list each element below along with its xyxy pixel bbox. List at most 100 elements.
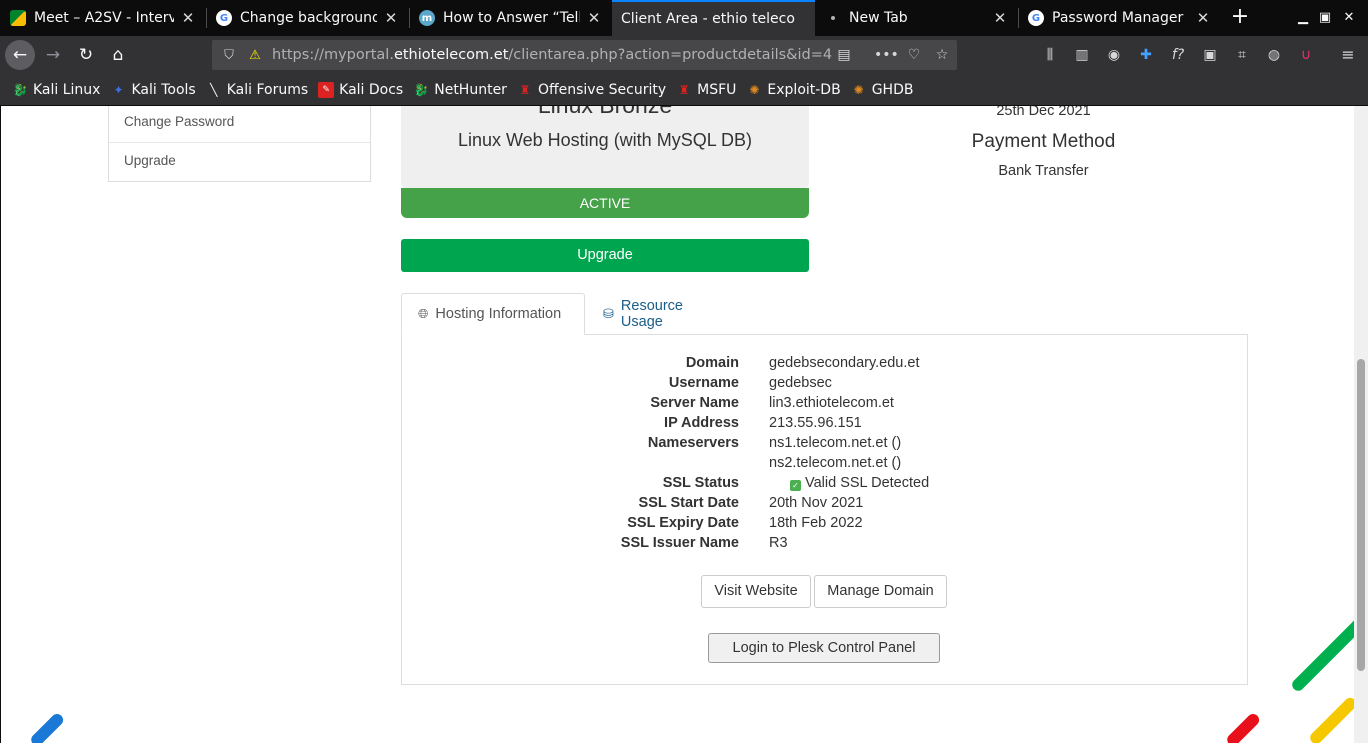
bookmark-offensive-security[interactable]: ♜ Offensive Security — [517, 81, 667, 98]
manage-domain-button[interactable]: Manage Domain — [814, 575, 947, 608]
info-row-ssl-status: SSL Status ✓ Valid SSL Detected — [402, 475, 1247, 495]
info-row-nameservers: Nameservers ns1.telecom.net.et () — [402, 435, 1247, 455]
nethunter-icon: 🐉 — [413, 82, 429, 97]
home-icon[interactable]: ⌂ — [103, 40, 133, 70]
bookmark-kali-tools[interactable]: ✦ Kali Tools — [110, 82, 195, 98]
info-row-server-name: Server Name lin3.ethiotelecom.et — [402, 395, 1247, 415]
info-value: 18th Feb 2022 — [769, 515, 863, 531]
tab-title: Change background a — [240, 10, 377, 26]
info-value: 213.55.96.151 — [769, 415, 862, 431]
ssl-status-value: ✓ Valid SSL Detected — [790, 475, 929, 491]
url-text[interactable]: https://myportal.ethiotelecom.et/clienta… — [272, 47, 832, 63]
close-window-icon[interactable]: ✕ — [1339, 8, 1359, 28]
new-tab-button[interactable]: + — [1226, 4, 1254, 32]
minimize-icon[interactable]: ▁ — [1293, 8, 1313, 28]
bookmark-label: NetHunter — [434, 81, 507, 98]
info-value: 20th Nov 2021 — [769, 495, 864, 511]
close-tab-icon[interactable]: ✕ — [383, 9, 399, 27]
tab-title: How to Answer “Tell M — [443, 10, 580, 26]
reload-icon[interactable]: ↻ — [71, 40, 101, 70]
bookmark-kali-linux[interactable]: 🐉 Kali Linux — [12, 82, 101, 98]
msfu-icon: ♜ — [678, 82, 690, 97]
kali-tools-icon: ✦ — [113, 82, 124, 97]
reader-view-icon[interactable]: ▤ — [834, 45, 854, 65]
next-due-date: 25th Dec 2021 — [996, 106, 1091, 119]
info-row-ssl-issuer-name: SSL Issuer Name R3 — [402, 535, 1247, 555]
info-row-domain: Domain gedebsecondary.edu.et — [402, 355, 1247, 375]
shield-icon[interactable]: ⛉ — [220, 48, 238, 63]
info-label: Username — [668, 375, 739, 391]
pocket-icon[interactable]: ♡ — [904, 45, 924, 65]
bookmark-ghdb[interactable]: ✺ GHDB — [851, 82, 914, 98]
browser-tab[interactable]: m How to Answer “Tell M ✕ — [409, 0, 612, 36]
more-actions-icon[interactable]: ••• — [874, 45, 899, 65]
info-row-username: Username gedebsec — [402, 375, 1247, 395]
account-icon[interactable]: ◉ — [1104, 45, 1124, 65]
close-tab-icon[interactable]: ✕ — [586, 9, 602, 27]
plesk-login-button[interactable]: Login to Plesk Control Panel — [708, 633, 940, 663]
info-value: gedebsecondary.edu.et — [769, 355, 920, 371]
tab-hosting-information[interactable]: 🌐︎ Hosting Information — [401, 293, 585, 335]
url-host: ethiotelecom.et — [393, 47, 509, 63]
bookmark-label: Kali Docs — [339, 81, 404, 98]
translate-icon[interactable]: ▣ — [1200, 45, 1220, 65]
browser-tab-active[interactable]: Client Area - ethio teleco — [612, 0, 815, 36]
bookmark-exploit-db[interactable]: ✺ Exploit-DB — [746, 82, 840, 98]
browser-tab[interactable]: G Password Manager ✕ — [1018, 0, 1221, 36]
info-value: gedebsec — [769, 375, 832, 391]
product-group: Linux Web Hosting (with MySQL DB) — [457, 130, 753, 150]
bookmark-label: Offensive Security — [537, 81, 667, 98]
hamburger-menu-icon[interactable]: ≡ — [1338, 45, 1358, 65]
exploitdb-icon: ✺ — [749, 82, 760, 97]
sidebar-icon[interactable]: ▥ — [1072, 45, 1092, 65]
payment-method-heading: Payment Method — [971, 131, 1116, 152]
ssl-status-text: Valid SSL Detected — [805, 475, 930, 491]
tab-label: Resource Usage — [620, 298, 683, 330]
google-icon: G — [1028, 10, 1044, 26]
tab-resource-usage[interactable]: ⛁ Resource Usage — [587, 293, 699, 335]
sidebar-actions-panel: Change Password Upgrade — [108, 106, 371, 182]
close-tab-icon[interactable]: ✕ — [1195, 9, 1211, 27]
extension-blue-icon[interactable]: ✚ — [1136, 45, 1156, 65]
browser-tab[interactable]: Meet – A2SV - Intervi ✕ — [0, 0, 206, 36]
bookmark-kali-forums[interactable]: ╲ Kali Forums — [206, 82, 308, 98]
lock-icon: ✓ — [790, 480, 801, 491]
page-scrollbar[interactable] — [1354, 106, 1368, 743]
page-viewport: Change Password Upgrade Linux Bronze Lin… — [0, 106, 1354, 743]
tab-label: Hosting Information — [435, 306, 562, 322]
extension-magnet-icon[interactable]: ∪ — [1296, 45, 1316, 65]
visit-website-button[interactable]: Visit Website — [701, 575, 811, 608]
bookmark-kali-docs[interactable]: ✎ Kali Docs — [318, 81, 404, 98]
bookmarks-toolbar: 🐉 Kali Linux ✦ Kali Tools ╲ Kali Forums ✎ Ka… — [0, 74, 1368, 106]
address-bar[interactable]: ⛉ ⚠ https://myportal.ethiotelecom.et/cli… — [212, 40, 957, 70]
forward-arrow-icon[interactable]: → — [38, 40, 68, 70]
info-value: lin3.ethiotelecom.et — [769, 395, 894, 411]
tab-title: Meet – A2SV - Intervi — [34, 10, 174, 26]
scrollbar-thumb[interactable] — [1357, 359, 1365, 671]
info-label: IP Address — [664, 415, 739, 431]
payment-method-value: Bank Transfer — [998, 163, 1089, 179]
info-label: Nameservers — [647, 435, 739, 451]
crop-icon[interactable]: ⌗ — [1232, 45, 1252, 65]
back-arrow-icon[interactable]: ← — [5, 40, 35, 70]
globe-icon: 🌐︎ — [418, 306, 429, 321]
close-tab-icon[interactable]: ✕ — [992, 9, 1008, 27]
bookmark-nethunter[interactable]: 🐉 NetHunter — [413, 82, 507, 98]
browser-tab[interactable]: G Change background a ✕ — [206, 0, 409, 36]
bookmark-star-icon[interactable]: ☆ — [932, 45, 952, 65]
warning-lock-icon[interactable]: ⚠ — [246, 48, 264, 63]
formula-icon[interactable]: f? — [1168, 45, 1188, 65]
sidebar-item-change-password[interactable]: Change Password — [124, 114, 234, 129]
info-label: SSL Status — [662, 475, 739, 491]
maximize-icon[interactable]: ▣ — [1315, 8, 1335, 28]
info-row-ssl-start-date: SSL Start Date 20th Nov 2021 — [402, 495, 1247, 515]
sidebar-item-upgrade[interactable]: Upgrade — [124, 153, 176, 168]
library-icon[interactable]: ⫼ — [1040, 45, 1060, 65]
kali-icon: 🐉 — [12, 82, 28, 97]
upgrade-button[interactable]: Upgrade — [401, 239, 809, 272]
browser-tab[interactable]: New Tab ✕ — [815, 0, 1018, 36]
info-row-ip-address: IP Address 213.55.96.151 — [402, 415, 1247, 435]
extension-circle-icon[interactable]: ◍ — [1264, 45, 1284, 65]
bookmark-msfu[interactable]: ♜ MSFU — [676, 82, 737, 98]
close-tab-icon[interactable]: ✕ — [180, 9, 196, 27]
